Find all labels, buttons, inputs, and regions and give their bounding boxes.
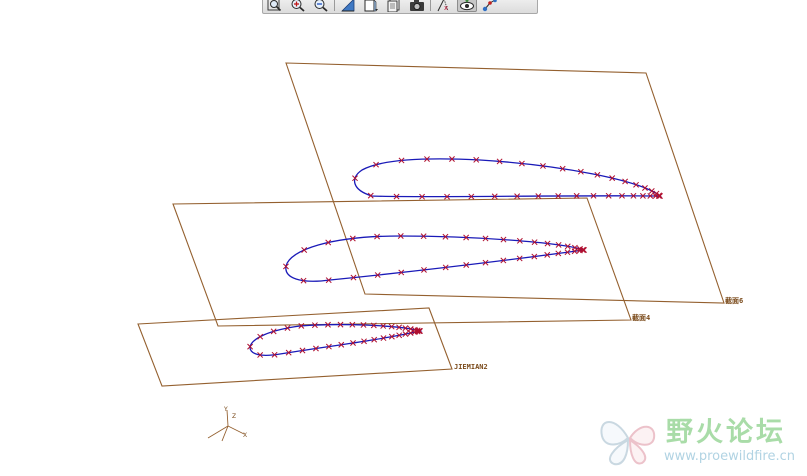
plane-label-dtm6: 截面6 [725, 296, 743, 305]
airfoil-curve-middle[interactable] [285, 235, 585, 282]
datum-plane-dtm4[interactable] [172, 197, 632, 327]
datum-plane-dtm6[interactable] [285, 62, 725, 304]
csys-label-x: X [243, 432, 247, 439]
plane-label-jiemian2: JIEMIAN2 [454, 363, 488, 371]
csys-axis-x2 [227, 425, 245, 435]
butterfly-logo-icon [600, 421, 656, 466]
graphics-window[interactable]: x 截面6 截面4 JIEMIAN2 Y Z X 野火论坛 www.proewi… [0, 0, 807, 476]
curve-point-marker[interactable] [257, 333, 264, 340]
model-scene: 截面6 截面4 JIEMIAN2 Y Z X [137, 62, 743, 442]
datum-plane-jiemian2[interactable] [137, 307, 453, 387]
csys-axis-x [207, 425, 229, 439]
airfoil-profiles [249, 158, 662, 356]
curve-point-marker[interactable] [648, 188, 655, 194]
curve-point-marker[interactable] [301, 247, 308, 253]
forum-watermark: 野火论坛 www.proewildfire.cn [596, 406, 806, 474]
datum-planes [137, 62, 725, 387]
watermark-url: www.proewildfire.cn [664, 449, 795, 464]
curve-points [247, 156, 663, 358]
watermark-title: 野火论坛 [666, 417, 786, 448]
airfoil-curve-top[interactable] [353, 158, 662, 198]
csys-label-y: Y [223, 406, 228, 413]
coordinate-system: Y Z X [207, 406, 247, 442]
csys-label-z: Z [232, 413, 236, 420]
plane-label-dtm4: 截面4 [632, 313, 650, 322]
